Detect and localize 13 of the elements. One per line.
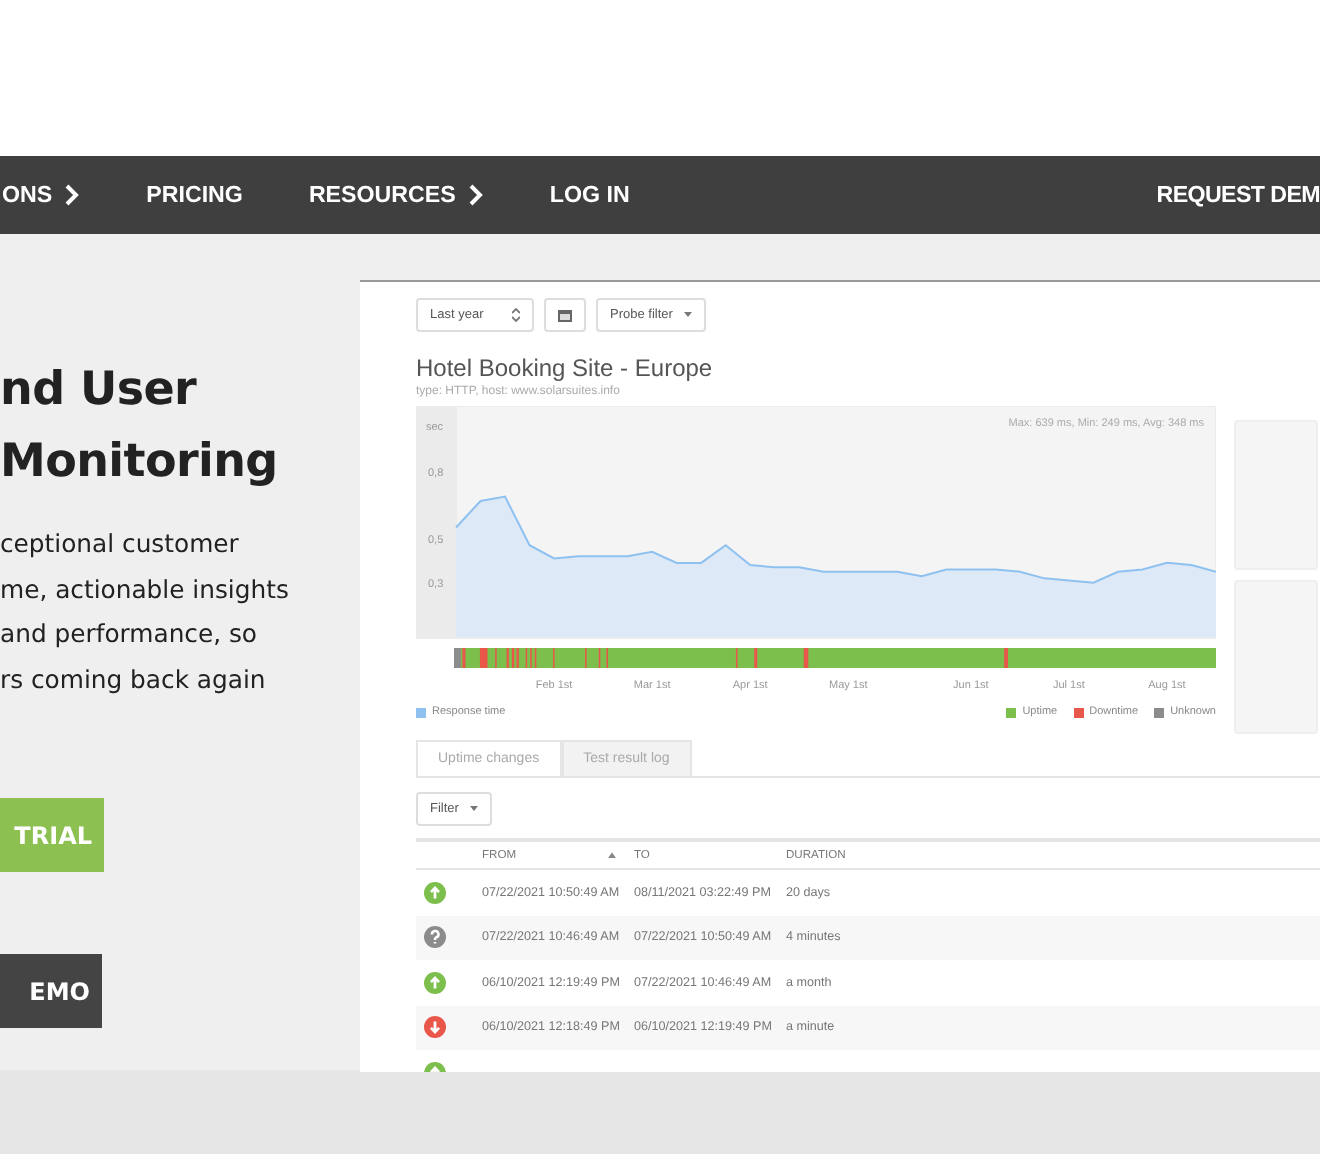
nav-link[interactable]: ONS [2, 182, 81, 208]
nav-link[interactable]: RESOURCES [308, 182, 484, 208]
hero-text: ceptional customer [0, 526, 241, 562]
demo-button[interactable]: EMO [0, 954, 102, 1028]
hero-text: rs coming back again [0, 661, 268, 698]
nav-link[interactable]: LOG IN [549, 182, 630, 208]
hero-text: me, actionable insights [0, 571, 291, 608]
monitor-title: Hotel Booking Site - Europe [416, 354, 715, 382]
hero-text: and performance, so [0, 616, 260, 652]
nav-link[interactable]: REQUEST DEM [1156, 182, 1320, 208]
hero-heading: Monitoring [0, 434, 280, 492]
hero-heading: nd User [0, 362, 199, 420]
nav-link[interactable]: PRICING [146, 182, 243, 208]
